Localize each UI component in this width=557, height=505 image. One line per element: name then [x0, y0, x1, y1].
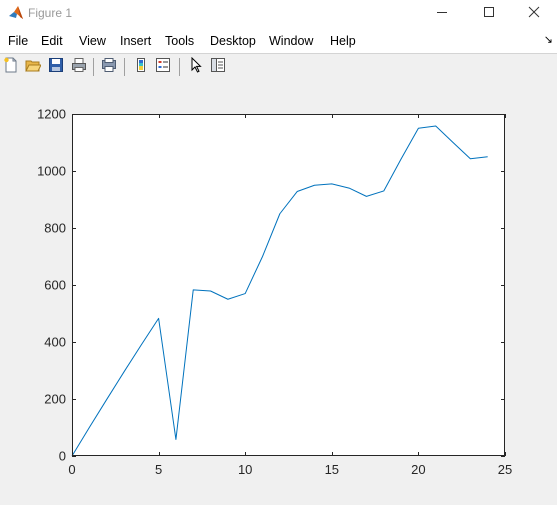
y-tick-label: 400: [44, 335, 66, 350]
select-arrow-button[interactable]: [186, 56, 206, 78]
close-button[interactable]: [511, 0, 557, 28]
new-figure-button[interactable]: [1, 57, 21, 77]
menu-window[interactable]: Window: [269, 34, 313, 48]
menu-help[interactable]: Help: [330, 34, 356, 48]
title-bar: Figure 1: [0, 0, 557, 28]
line-chart[interactable]: 0 5 10 15 20 25 0 200 400 600 800 1000 1200: [0, 81, 557, 500]
print-preview-button[interactable]: [99, 57, 119, 77]
print-button[interactable]: [69, 57, 89, 77]
toolbar-separator: [93, 58, 94, 76]
matlab-logo-icon: [8, 5, 24, 21]
y-tick-label: 800: [44, 221, 66, 236]
menu-edit[interactable]: Edit: [41, 34, 63, 48]
x-tick-label: 20: [411, 462, 425, 477]
property-editor-button[interactable]: [208, 57, 228, 77]
menu-file[interactable]: File: [8, 34, 28, 48]
x-tick-label: 25: [498, 462, 512, 477]
menu-insert[interactable]: Insert: [120, 34, 151, 48]
y-tick-label: 200: [44, 392, 66, 407]
menu-desktop[interactable]: Desktop: [210, 34, 256, 48]
toolbar: [0, 53, 557, 82]
legend-icon: [155, 57, 171, 78]
colorbar-button[interactable]: [131, 57, 151, 77]
x-tick-label: 0: [68, 462, 75, 477]
figure-canvas: 0 5 10 15 20 25 0 200 400 600 800 1000 1200: [0, 81, 557, 500]
open-file-icon: [25, 57, 42, 78]
minimize-icon: [436, 5, 448, 23]
menu-view[interactable]: View: [79, 34, 106, 48]
save-icon: [48, 57, 64, 78]
close-icon: [528, 5, 540, 23]
property-editor-icon: [210, 57, 226, 78]
maximize-button[interactable]: [466, 0, 512, 28]
y-tick-label: 1200: [37, 107, 66, 122]
select-arrow-icon: [188, 56, 204, 78]
maximize-icon: [483, 5, 495, 23]
print-preview-icon: [101, 57, 117, 78]
x-tick-label: 10: [238, 462, 252, 477]
y-tick-label: 600: [44, 278, 66, 293]
toolbar-separator: [179, 58, 180, 76]
colorbar-icon: [133, 57, 149, 78]
minimize-button[interactable]: [419, 0, 465, 28]
y-tick-label: 0: [59, 449, 66, 464]
new-figure-icon: [3, 57, 19, 78]
axes-background: [72, 114, 505, 456]
open-file-button[interactable]: [23, 57, 43, 77]
legend-button[interactable]: [153, 57, 173, 77]
x-tick-label: 5: [155, 462, 162, 477]
y-tick-label: 1000: [37, 164, 66, 179]
window-title: Figure 1: [28, 6, 73, 20]
dock-arrow-icon[interactable]: ↘: [544, 33, 553, 46]
menu-tools[interactable]: Tools: [165, 34, 194, 48]
x-tick-label: 15: [325, 462, 339, 477]
save-button[interactable]: [46, 57, 66, 77]
menu-bar: File Edit View Insert Tools Desktop Wind…: [0, 28, 557, 53]
print-icon: [71, 57, 87, 78]
toolbar-separator: [124, 58, 125, 76]
